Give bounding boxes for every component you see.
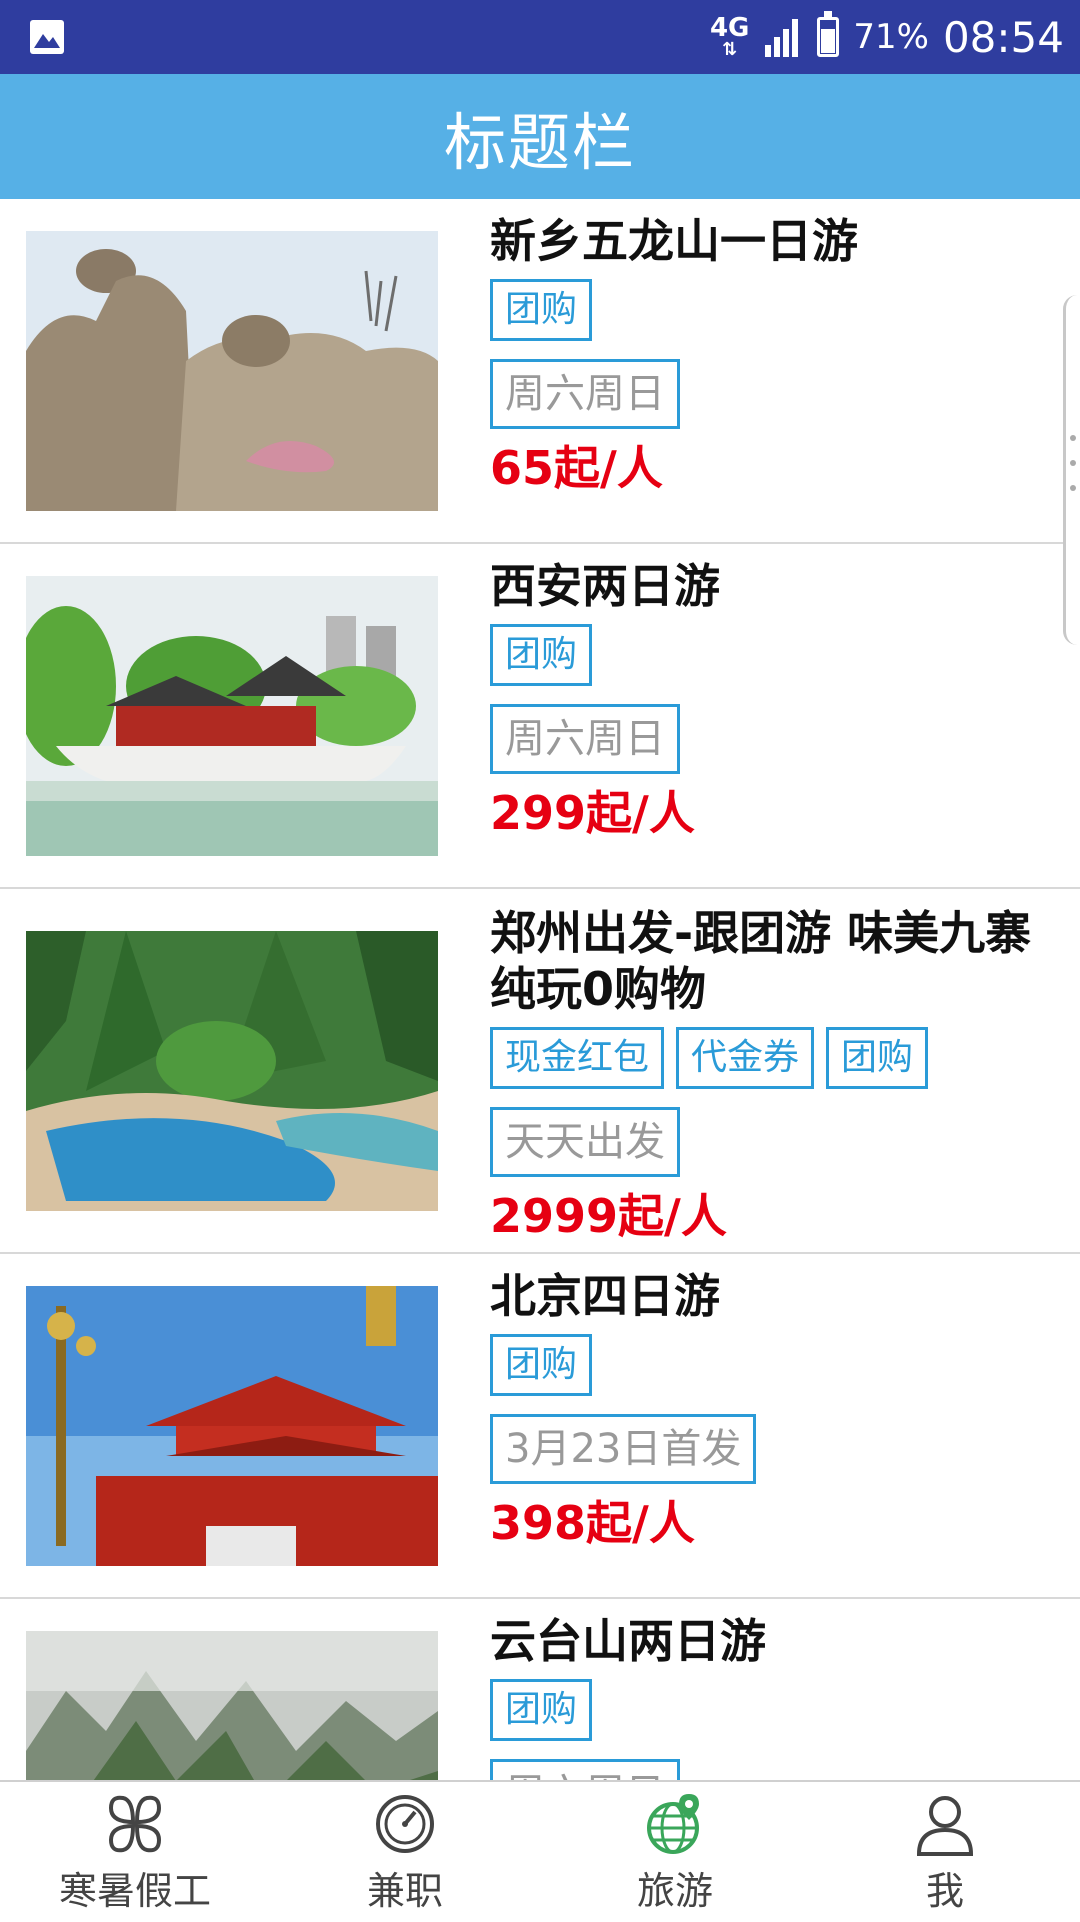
tag-group-buy: 团购: [826, 1027, 929, 1089]
drawer-handle[interactable]: [1063, 295, 1080, 645]
clover-icon: [108, 1795, 162, 1853]
tag-list: 团购: [490, 624, 1074, 686]
tag-group-buy: 团购: [490, 624, 593, 686]
trip-title: 西安两日游: [490, 559, 720, 613]
trip-list[interactable]: 新乡五龙山一日游 团购 周六周日 65起/人 西安两日游 团购 周六周日 299…: [0, 199, 1080, 1780]
price: 398起/人: [490, 1496, 695, 1550]
nav-label: 寒暑假工: [58, 1869, 211, 1913]
tag-group-buy: 团购: [490, 1679, 593, 1741]
clock-icon: [376, 1795, 434, 1853]
signal-icon: [765, 19, 799, 57]
trip-title: 新乡五龙山一日游: [490, 214, 858, 268]
tag-list: 团购: [490, 1334, 1074, 1396]
tag-list: 团购: [490, 279, 1074, 341]
nav-item-part-time[interactable]: 兼职: [270, 1782, 540, 1922]
battery-percent: 71%: [853, 17, 929, 57]
nav-label: 我: [925, 1869, 964, 1913]
trip-title: 北京四日游: [490, 1269, 720, 1323]
trip-image: [26, 1631, 438, 1780]
nav-item-vacation-job[interactable]: 寒暑假工: [0, 1782, 270, 1922]
schedule-badge: 天天出发: [490, 1107, 680, 1177]
nav-label: 旅游: [636, 1869, 713, 1913]
trip-title: 云台山两日游: [490, 1614, 766, 1668]
user-icon: [916, 1796, 974, 1856]
schedule-badge: 3月23日首发: [490, 1414, 757, 1484]
nav-item-me[interactable]: 我: [810, 1782, 1080, 1922]
tag-list: 现金红包 代金券 团购: [490, 1027, 1074, 1089]
trip-image: [26, 1286, 438, 1566]
clock: 08:54: [942, 12, 1064, 62]
price: 2999起/人: [490, 1189, 727, 1243]
nav-item-travel[interactable]: 旅游: [540, 1782, 810, 1922]
trip-item[interactable]: 北京四日游 团购 3月23日首发 398起/人: [0, 1254, 1080, 1599]
trip-item[interactable]: 西安两日游 团购 周六周日 299起/人: [0, 544, 1080, 889]
trip-image: [26, 931, 438, 1211]
tag-cash-bonus: 现金红包: [490, 1027, 665, 1089]
trip-item[interactable]: 新乡五龙山一日游 团购 周六周日 65起/人: [0, 199, 1080, 544]
tag-group-buy: 团购: [490, 279, 593, 341]
status-bar: 4G ⇅ 71% 08:54: [0, 0, 1080, 74]
schedule-badge: 周六周日: [490, 1759, 680, 1780]
tag-list: 团购: [490, 1679, 1074, 1741]
network-type: 4G: [709, 13, 750, 43]
title-bar: 标题栏: [0, 74, 1080, 199]
gallery-notification-icon: [30, 20, 64, 54]
nav-label: 兼职: [366, 1869, 443, 1913]
globe-icon: [647, 1794, 699, 1854]
tag-group-buy: 团购: [490, 1334, 593, 1396]
trip-item[interactable]: 郑州出发-跟团游 味美九寨 纯玩0购物 现金红包 代金券 团购 天天出发 299…: [0, 889, 1080, 1254]
trip-image: [26, 231, 438, 511]
schedule-badge: 周六周日: [490, 359, 680, 429]
battery-icon: [817, 11, 840, 57]
schedule-badge: 周六周日: [490, 704, 680, 774]
trip-image: [26, 576, 438, 856]
price: 65起/人: [490, 441, 663, 495]
trip-title: 郑州出发-跟团游 味美九寨 纯玩0购物: [490, 906, 1032, 1016]
tag-voucher: 代金券: [676, 1027, 815, 1089]
price: 299起/人: [490, 786, 695, 840]
page-title: 标题栏: [443, 105, 636, 179]
bottom-nav: 寒暑假工 兼职 旅游 我: [0, 1780, 1080, 1922]
trip-item[interactable]: 云台山两日游 团购 周六周日: [0, 1599, 1080, 1780]
network-indicator: 4G ⇅: [709, 13, 750, 60]
